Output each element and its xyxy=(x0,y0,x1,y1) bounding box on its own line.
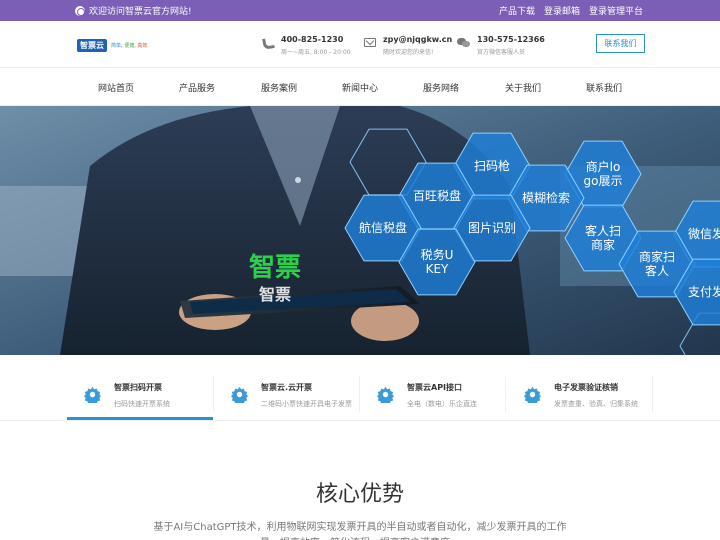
nav-item-news[interactable]: 新闻中心 xyxy=(342,81,378,94)
service-scan-invoice[interactable]: 智票扫码开票 扫码快速开票系统 xyxy=(67,372,213,420)
nav-item-cases[interactable]: 服务案例 xyxy=(261,81,297,94)
service-desc: 二维码小票快速开具电子发票 xyxy=(261,400,352,408)
top-bar: 欢迎访问智票云官方网站! 产品下载 登录邮箱 登录管理平台 xyxy=(0,0,720,21)
globe-icon xyxy=(75,5,85,16)
phone-icon xyxy=(262,37,275,50)
link-login-mail[interactable]: 登录邮箱 xyxy=(544,4,580,17)
hexagon-label: 客人 xyxy=(645,263,669,278)
welcome-text: 欢迎访问智票云官方网站! xyxy=(89,7,192,17)
service-title: 智票云.云开票 xyxy=(261,383,313,392)
contact-email: zpy@njqgkw.cn 随时欢迎您的来信! xyxy=(364,35,452,56)
hexagon-label: go展示 xyxy=(584,174,623,188)
hero-banner[interactable]: 智票 智票 扫码枪 商户lo go展示百旺税盘 模糊检索航信税盘 图片识别 客人扫 商家 微信… xyxy=(0,106,720,355)
gear-icon xyxy=(84,386,101,403)
gear-icon xyxy=(524,386,541,403)
hexagon-label: 模糊检索 xyxy=(522,190,570,205)
service-api[interactable]: 智票云API接口 全电（数电）乐企直连 xyxy=(360,372,506,418)
nav-item-network[interactable]: 服务网络 xyxy=(423,81,459,94)
section-title: 核心优势 xyxy=(315,482,404,507)
hexagon-label: 商户lo xyxy=(586,159,621,174)
chat-icon xyxy=(457,38,470,48)
contact-wechat: 130-575-12366 官方微信客服人员 xyxy=(457,35,545,56)
hexagon-label: KEY xyxy=(426,262,449,276)
slogan-word: 简单 xyxy=(111,43,122,49)
tablet-brand-top: 智票 xyxy=(249,253,301,283)
logo-mark: 智票云 xyxy=(77,39,107,52)
logo-slogan: 简单, 便捷, 高效 xyxy=(111,43,148,49)
hexagon-label: 航信税盘 xyxy=(359,220,407,235)
divider xyxy=(505,376,506,412)
hexagon-label: 图片识别 xyxy=(468,221,516,235)
slogan-word: 便捷 xyxy=(124,43,135,49)
email-address: zpy@njqgkw.cn xyxy=(383,35,453,44)
hexagon-label: 支付发票 xyxy=(688,284,720,299)
service-title: 智票云API接口 xyxy=(407,383,463,392)
top-links: 产品下载 登录邮箱 登录管理平台 xyxy=(499,4,643,17)
hexagon-label: 商家 xyxy=(591,237,615,252)
hexagon-label: 微信发票 xyxy=(688,226,720,241)
service-title: 智票扫码开票 xyxy=(114,383,162,392)
service-desc: 全电（数电）乐企直连 xyxy=(407,400,477,408)
email-note: 随时欢迎您的来信! xyxy=(383,49,434,56)
service-title: 电子发票验证核销 xyxy=(554,383,618,392)
header: 智票云 简单, 便捷, 高效 400-825-1230 周一~周五, 8:00 … xyxy=(0,21,720,68)
service-desc: 发票查重、验真、归集系统 xyxy=(554,400,638,408)
section-description: 基于AI与ChatGPT技术，利用物联网实现发票开具的半自动或者自动化，减少发票… xyxy=(153,522,567,540)
phone-hours: 周一~周五, 8:00 - 20:00 xyxy=(281,49,351,56)
wechat-note: 官方微信客服人员 xyxy=(477,49,526,56)
hexagon-label: 百旺税盘 xyxy=(413,188,461,203)
link-product-download[interactable]: 产品下载 xyxy=(499,4,535,17)
link-login-admin[interactable]: 登录管理平台 xyxy=(589,4,643,17)
nav-item-home[interactable]: 网站首页 xyxy=(98,81,134,94)
divider xyxy=(652,376,653,412)
services-bar: 智票扫码开票 扫码快速开票系统 智票云.云开票 二维码小票快速开具电子发票 智票… xyxy=(0,368,720,421)
nav-item-contact[interactable]: 联系我们 xyxy=(586,81,622,94)
service-desc: 扫码快速开票系统 xyxy=(114,400,170,408)
contact-us-button[interactable]: 联系我们 xyxy=(596,34,645,53)
service-verify[interactable]: 电子发票验证核销 发票查重、验真、归集系统 xyxy=(507,372,653,418)
welcome-message: 欢迎访问智票云官方网站! xyxy=(75,4,192,17)
mail-icon xyxy=(364,38,376,47)
tablet-brand-bottom: 智票 xyxy=(259,285,291,304)
hexagon-label: 客人扫 xyxy=(585,223,621,238)
service-cloud-invoice[interactable]: 智票云.云开票 二维码小票快速开具电子发票 xyxy=(214,372,360,418)
slogan-word: 高效 xyxy=(137,43,148,49)
nav-item-products[interactable]: 产品服务 xyxy=(179,81,215,94)
hexagon-label: 商家扫 xyxy=(639,249,675,264)
gear-icon xyxy=(231,386,248,403)
hero-illustration: 智票 智票 扫码枪 商户logo展示百旺税盘 模糊检索航信税盘 图片识别 客人扫商家 微信… xyxy=(0,106,720,355)
gear-icon xyxy=(377,386,394,403)
hexagon-label: 税务U xyxy=(421,247,454,262)
logo[interactable]: 智票云 简单, 便捷, 高效 xyxy=(77,39,147,52)
wechat-number: 130-575-12366 xyxy=(477,35,545,44)
nav-item-about[interactable]: 关于我们 xyxy=(505,81,541,94)
hexagon-label: 扫码枪 xyxy=(474,158,510,173)
phone-number: 400-825-1230 xyxy=(281,35,344,44)
main-nav: 网站首页 产品服务 服务案例 新闻中心 服务网络 关于我们 联系我们 xyxy=(0,68,720,106)
contact-phone: 400-825-1230 周一~周五, 8:00 - 20:00 xyxy=(262,35,351,56)
